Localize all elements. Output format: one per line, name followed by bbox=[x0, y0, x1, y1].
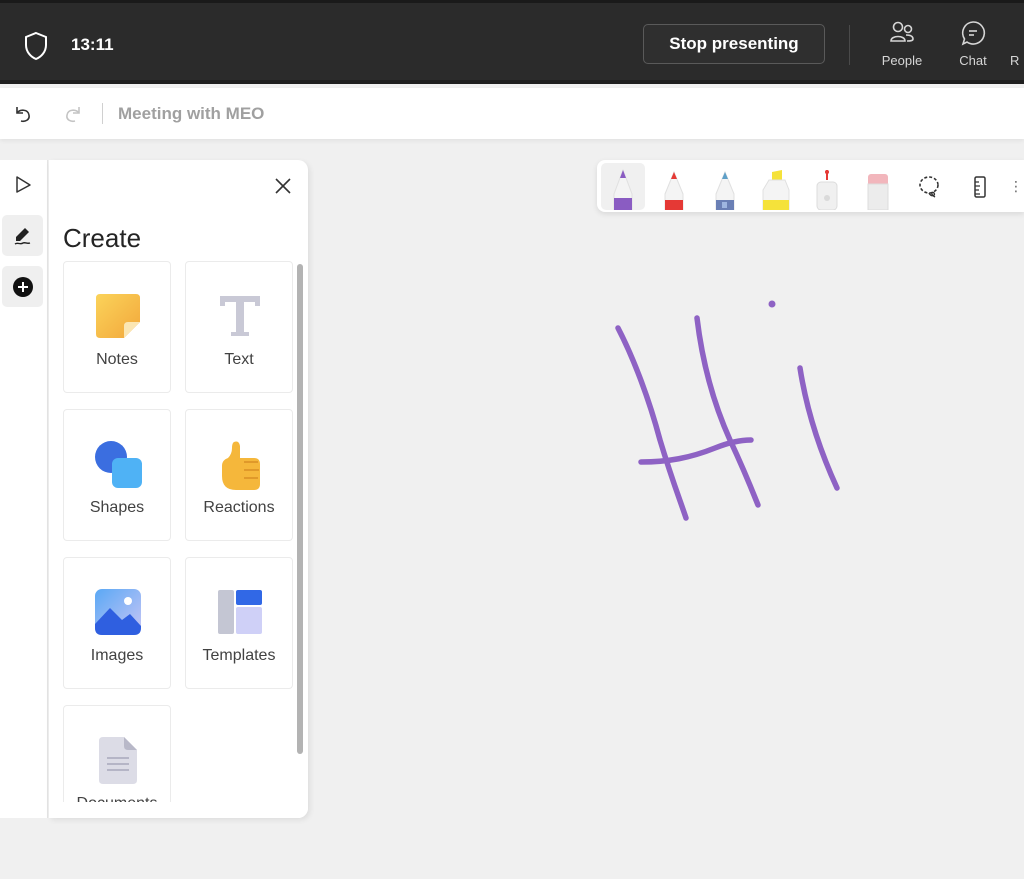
ink-stroke-h-crossbar bbox=[638, 437, 754, 465]
eraser-button[interactable] bbox=[856, 163, 900, 210]
create-reactions-tile[interactable]: Reactions bbox=[185, 409, 293, 541]
ink-stroke-i-dot bbox=[768, 300, 776, 308]
people-label: People bbox=[881, 53, 923, 68]
eraser-icon bbox=[867, 174, 889, 210]
templates-icon bbox=[218, 590, 262, 634]
image-icon bbox=[95, 589, 141, 635]
more-tools-button[interactable]: ⋮ bbox=[1009, 163, 1023, 210]
meeting-timer: 13:11 bbox=[71, 35, 114, 54]
lasso-icon bbox=[919, 175, 939, 198]
people-button[interactable]: People bbox=[872, 19, 932, 75]
ruler-icon bbox=[974, 175, 986, 198]
templates-label: Templates bbox=[202, 647, 276, 664]
create-panel: Create Notes Text Shapes Reactions Image… bbox=[49, 160, 308, 818]
images-label: Images bbox=[90, 647, 144, 664]
meeting-title: Meeting with MEO bbox=[118, 104, 265, 123]
panel-bottom-mask bbox=[49, 802, 308, 818]
undo-icon[interactable] bbox=[12, 103, 34, 125]
more-icon: ⋮ bbox=[1009, 178, 1023, 194]
create-images-tile[interactable]: Images bbox=[63, 557, 171, 689]
sticky-note-icon bbox=[96, 294, 140, 338]
shapes-icon bbox=[95, 441, 142, 488]
pen-red-icon bbox=[664, 170, 684, 210]
chat-label: Chat bbox=[959, 53, 987, 68]
truncated-action-button[interactable]: R bbox=[1010, 19, 1024, 75]
add-tool-button[interactable] bbox=[2, 266, 43, 307]
create-panel-title: Create bbox=[63, 223, 142, 253]
redo-icon[interactable] bbox=[62, 103, 84, 125]
lasso-select-button[interactable] bbox=[907, 163, 951, 210]
close-icon[interactable] bbox=[272, 175, 294, 197]
pen-purple-button[interactable] bbox=[601, 163, 645, 210]
pen-icon bbox=[14, 227, 30, 245]
select-tool-button[interactable] bbox=[2, 164, 43, 205]
add-circle-icon bbox=[12, 276, 33, 297]
tool-rail bbox=[0, 160, 48, 818]
panel-scrollbar[interactable] bbox=[297, 264, 303, 754]
create-notes-tile[interactable]: Notes bbox=[63, 261, 171, 393]
ink-stroke-i-stem bbox=[797, 365, 840, 491]
pen-red-button[interactable] bbox=[652, 163, 696, 210]
text-label: Text bbox=[224, 351, 254, 368]
pen-galaxy-icon bbox=[715, 170, 735, 210]
create-templates-tile[interactable]: Templates bbox=[185, 557, 293, 689]
thumbs-up-icon bbox=[222, 441, 260, 490]
reactions-label: Reactions bbox=[203, 499, 275, 516]
divider bbox=[102, 103, 103, 124]
pen-galaxy-button[interactable] bbox=[703, 163, 747, 210]
meeting-top-bar: 13:11 Stop presenting People Chat R bbox=[0, 0, 1024, 84]
ink-stroke-h-right bbox=[694, 315, 761, 508]
create-shapes-tile[interactable]: Shapes bbox=[63, 409, 171, 541]
create-text-tile[interactable]: Text bbox=[185, 261, 293, 393]
pen-purple-icon bbox=[613, 168, 633, 210]
whiteboard-header: Meeting with MEO bbox=[0, 88, 1024, 139]
shapes-label: Shapes bbox=[89, 499, 145, 516]
truncated-action-label: R bbox=[1010, 53, 1020, 68]
divider bbox=[849, 25, 850, 65]
ink-toolbar: ⋮ bbox=[597, 160, 1024, 212]
ruler-button[interactable] bbox=[958, 163, 1002, 210]
highlighter-yellow-button[interactable] bbox=[754, 163, 798, 210]
text-icon bbox=[220, 296, 260, 336]
ink-stroke-h-left bbox=[615, 325, 689, 521]
document-icon bbox=[99, 737, 137, 784]
laser-pointer-button[interactable] bbox=[805, 163, 849, 210]
chat-icon bbox=[961, 21, 986, 46]
pointer-icon bbox=[15, 175, 31, 193]
shield-icon bbox=[25, 31, 47, 61]
stop-presenting-button[interactable]: Stop presenting bbox=[643, 24, 825, 64]
people-icon bbox=[890, 21, 914, 42]
highlighter-icon bbox=[762, 170, 790, 210]
chat-button[interactable]: Chat bbox=[943, 19, 1003, 75]
ink-tool-button[interactable] bbox=[2, 215, 43, 256]
notes-label: Notes bbox=[96, 351, 138, 368]
laser-pointer-icon bbox=[816, 170, 838, 210]
